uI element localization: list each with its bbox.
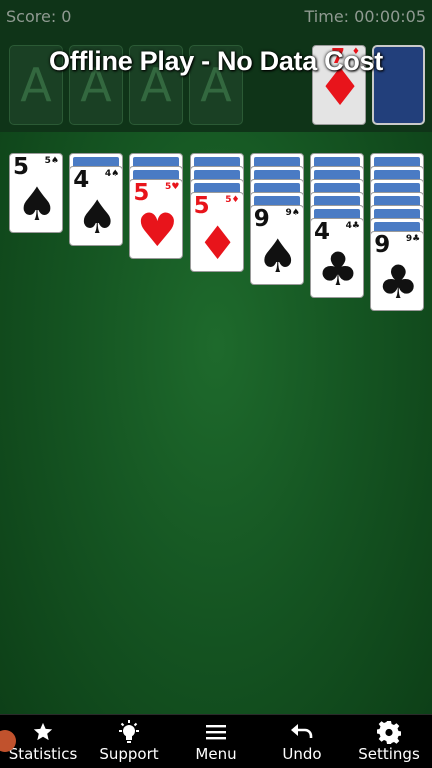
tableau-card[interactable]: 5 5♠ ♠ [9, 153, 63, 233]
undo-icon [290, 715, 314, 745]
bottom-nav: Statistics Support Menu Undo Settings [0, 714, 432, 768]
statistics-label: Statistics [8, 745, 78, 763]
tableau-card[interactable]: 4 4♣ ♣ [310, 218, 364, 298]
menu-label: Menu [195, 745, 237, 763]
tableau-card[interactable]: 5 5♦ ♦ [189, 192, 244, 272]
card-corner-suit: ♣ [351, 221, 360, 231]
card-corner: 5♥ [165, 182, 179, 192]
card-suit-pip: ♥ [136, 203, 179, 257]
tableau-card[interactable]: 9 9♠ ♠ [249, 205, 304, 285]
card-corner-suit: ♠ [291, 208, 300, 218]
undo-button[interactable]: Undo [259, 715, 345, 768]
top-bar: Score: 0 Time: 00:00:05 A A A A 7 ♦ ♦ Of… [0, 0, 432, 132]
card-corner: 9♠ [285, 208, 299, 218]
card-suit-pip: ♣ [317, 242, 359, 296]
tableau-card[interactable]: 5 5♥ ♥ [129, 179, 184, 259]
card-suit-pip: ♠ [76, 190, 118, 244]
settings-label: Settings [358, 745, 420, 763]
tableau-card[interactable]: 9 9♣ ♣ [370, 231, 425, 311]
card-suit-pip: ♠ [16, 177, 58, 231]
card-corner-suit: ♣ [412, 234, 421, 244]
card-corner: 5♦ [225, 195, 239, 205]
promo-banner: Offline Play - No Data Cost [49, 46, 383, 76]
card-corner: 4♠ [105, 169, 119, 179]
card-corner: 4♣ [346, 221, 360, 231]
lightbulb-icon [116, 715, 142, 745]
card-suit-pip: ♦ [196, 216, 239, 270]
settings-button[interactable]: Settings [346, 715, 432, 768]
undo-label: Undo [282, 745, 322, 763]
timer-label: Time: 00:00:05 [304, 7, 427, 26]
gear-icon [377, 715, 401, 745]
card-corner: 5♠ [45, 156, 59, 166]
card-corner-suit: ♦ [231, 195, 240, 205]
tableau-card[interactable]: 4 4♠ ♠ [69, 166, 124, 246]
card-suit-pip: ♣ [377, 255, 419, 309]
menu-icon [205, 715, 227, 745]
menu-button[interactable]: Menu [173, 715, 259, 768]
score-label: Score: 0 [6, 7, 72, 26]
support-button[interactable]: Support [86, 715, 172, 768]
card-corner-suit: ♠ [50, 156, 59, 166]
star-icon [32, 715, 54, 745]
card-corner-suit: ♥ [171, 182, 180, 192]
card-corner-suit: ♠ [111, 169, 120, 179]
support-label: Support [99, 745, 159, 763]
card-corner: 9♣ [406, 234, 420, 244]
card-suit-pip: ♠ [257, 229, 299, 283]
